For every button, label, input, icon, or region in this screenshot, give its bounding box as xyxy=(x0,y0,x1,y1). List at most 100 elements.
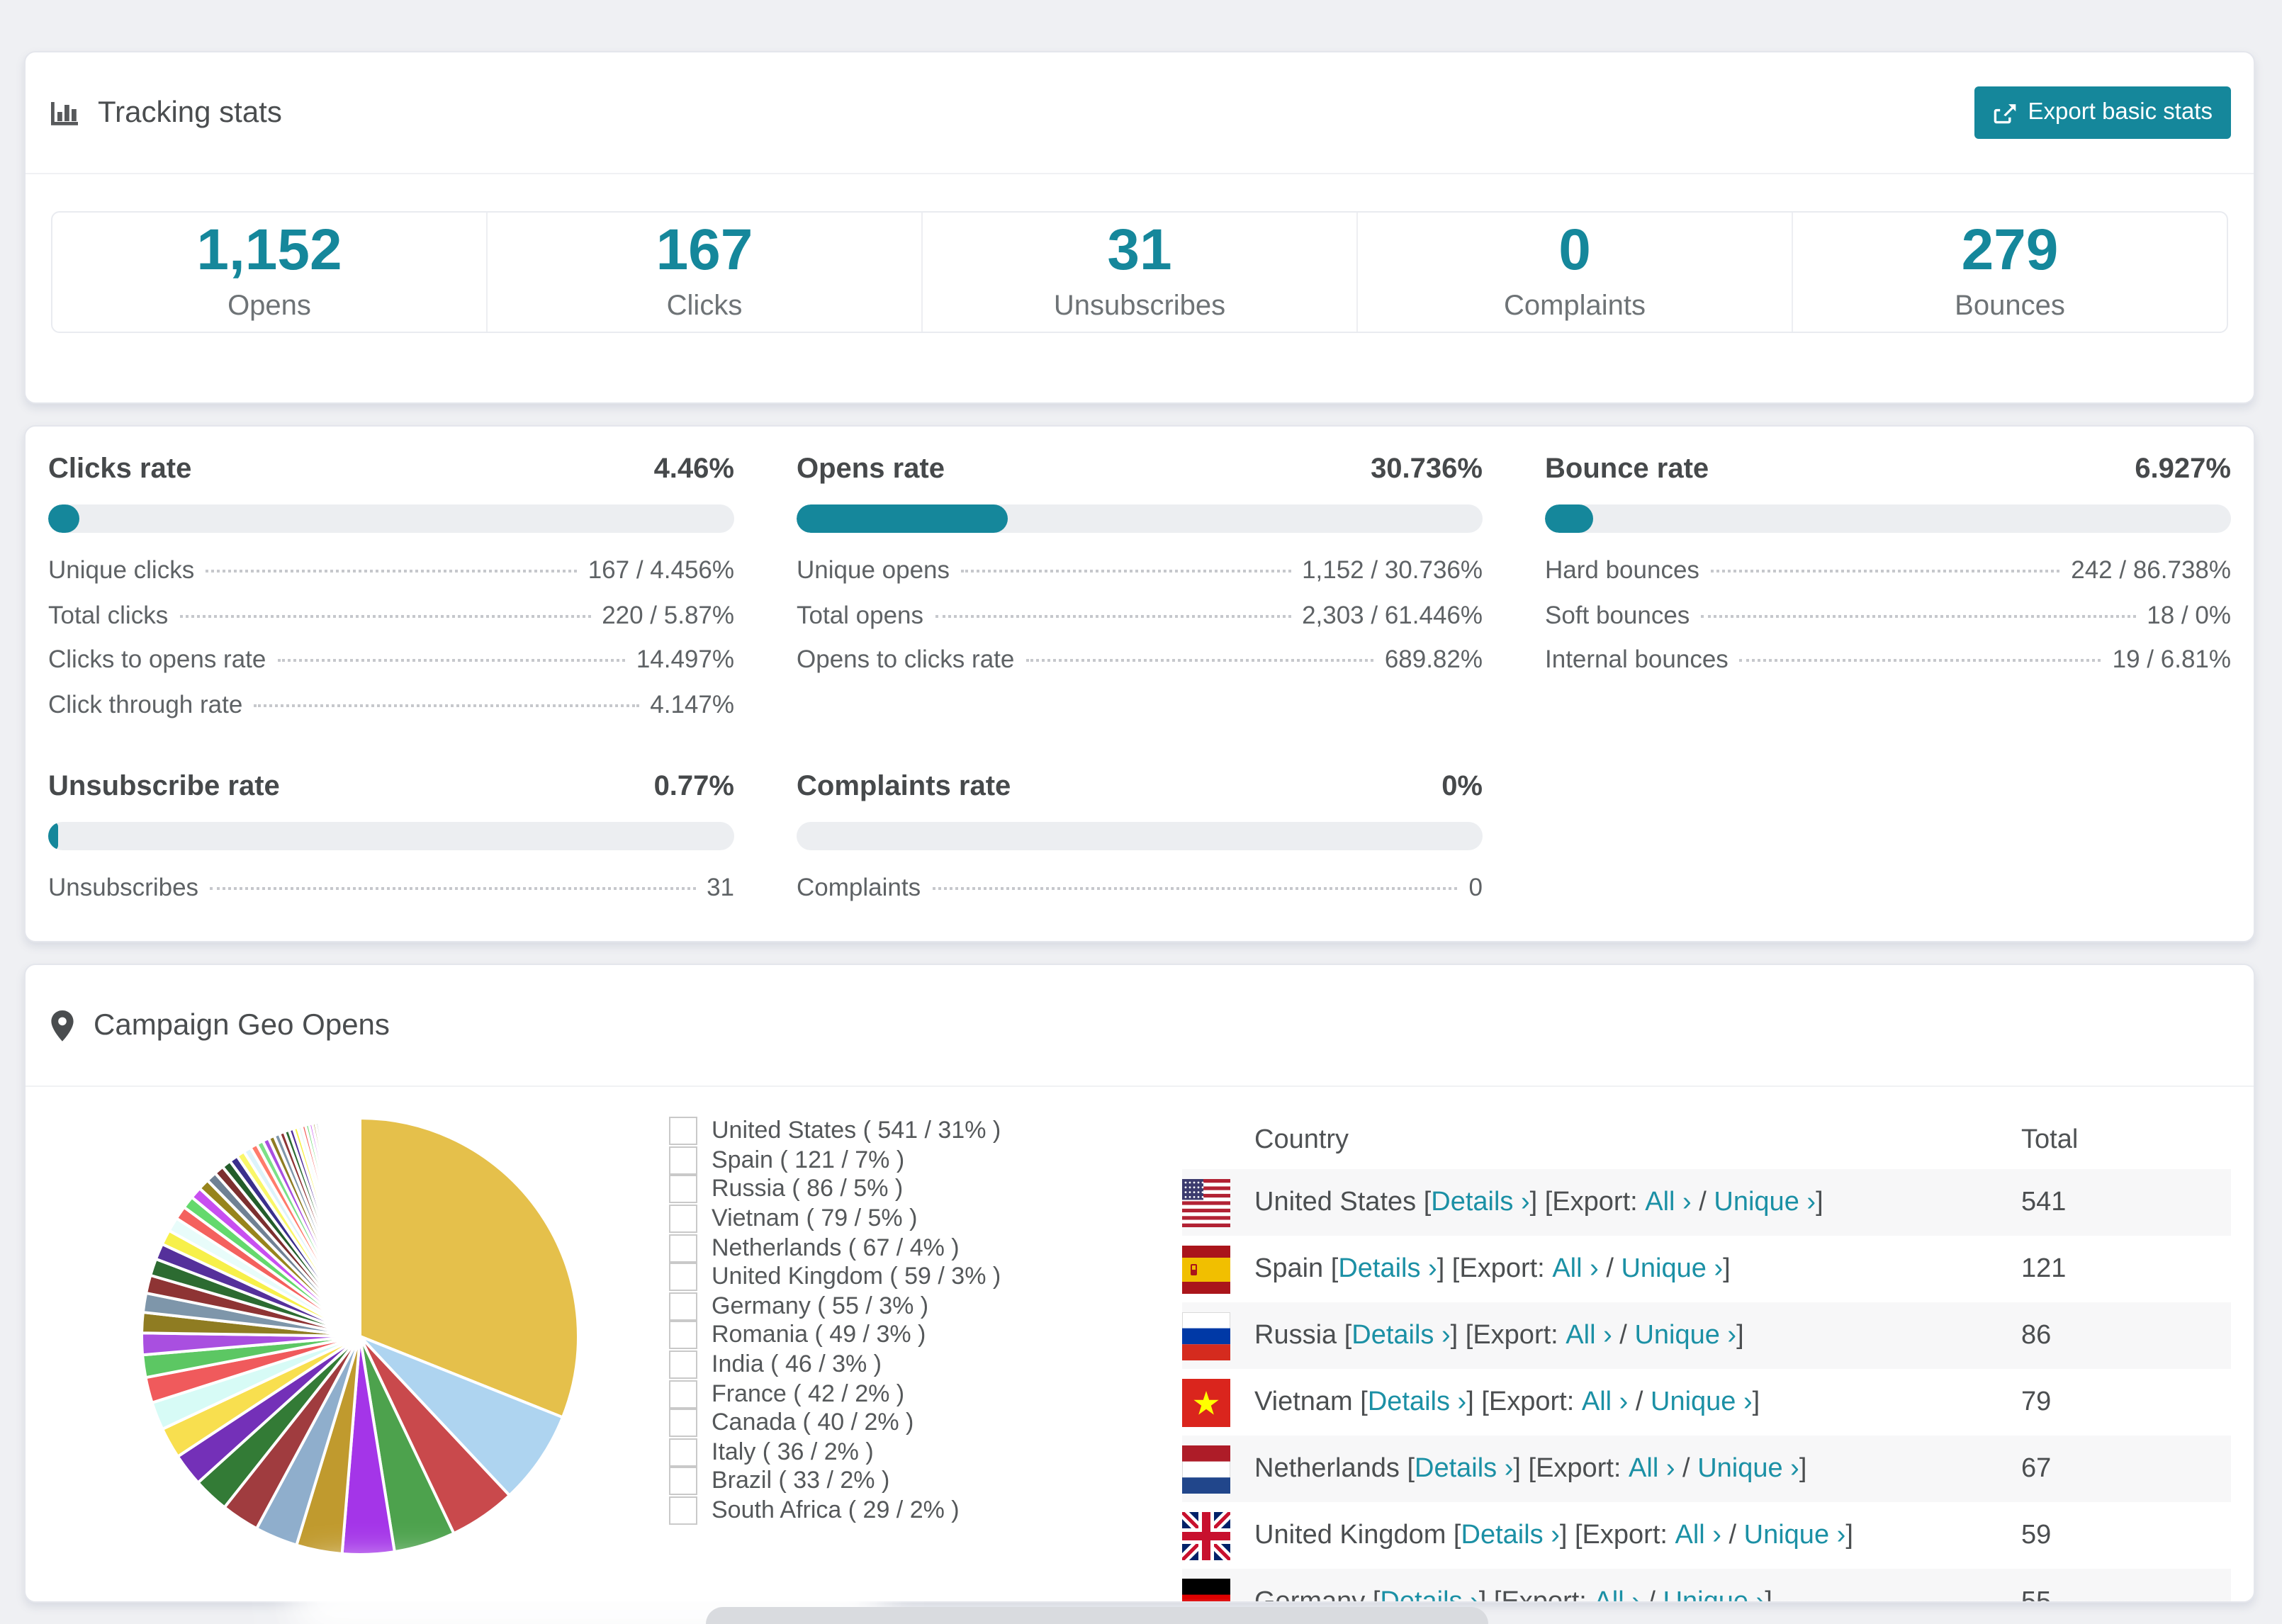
rate-row-label: Unique opens xyxy=(797,556,950,584)
rate-block-unsubscribe-rate: Unsubscribe rate 0.77% Unsubscribes 31 xyxy=(48,770,734,902)
rate-rows: Unsubscribes 31 xyxy=(48,872,734,902)
export-basic-stats-button[interactable]: Export basic stats xyxy=(1974,86,2231,139)
export-unique-link[interactable]: Unique › xyxy=(1621,1253,1723,1285)
legend-item: Netherlands ( 67 / 4% ) xyxy=(669,1234,1168,1263)
summary-cell-clicks: 167 Clicks xyxy=(486,213,921,332)
rate-rows: Hard bounces 242 / 86.738% Soft bounces 18 … xyxy=(1545,556,2231,675)
rate-row-value: 14.497% xyxy=(636,645,734,673)
rate-progress-track xyxy=(797,504,1483,533)
export-all-link[interactable]: All › xyxy=(1566,1320,1612,1351)
details-link[interactable]: Details › xyxy=(1380,1586,1478,1601)
legend-item: Italy ( 36 / 2% ) xyxy=(669,1438,1168,1467)
geo-table: Country Total United States [Details ›] … xyxy=(1182,1112,2231,1603)
pie-slice[interactable] xyxy=(358,1116,361,1338)
rate-row-label: Total opens xyxy=(797,600,924,628)
rate-row-label: Click through rate xyxy=(48,689,243,718)
legend-label: Italy ( 36 / 2% ) xyxy=(712,1438,874,1465)
export-all-link[interactable]: All › xyxy=(1645,1187,1691,1218)
export-unique-link[interactable]: Unique › xyxy=(1744,1520,1846,1551)
table-row-gb: United Kingdom [Details ›] [Export: All … xyxy=(1182,1502,2231,1569)
legend-label: India ( 46 / 3% ) xyxy=(712,1350,882,1378)
details-link[interactable]: Details › xyxy=(1461,1520,1560,1551)
summary-value: 31 xyxy=(1107,217,1172,282)
export-all-link[interactable]: All › xyxy=(1552,1253,1598,1285)
geo-legend: United States ( 541 / 31% ) Spain ( 121 /… xyxy=(669,1112,1168,1601)
rate-row-value: 242 / 86.738% xyxy=(2071,556,2231,584)
country-cell: Vietnam [Details ›] [Export: All › / Uni… xyxy=(1182,1378,2021,1426)
dotted-leader xyxy=(179,614,591,617)
export-unique-link[interactable]: Unique › xyxy=(1714,1187,1816,1218)
details-link[interactable]: Details › xyxy=(1368,1387,1466,1418)
rate-row-label: Total clicks xyxy=(48,600,169,628)
details-link[interactable]: Details › xyxy=(1338,1253,1437,1285)
rate-heading: Complaints rate 0% xyxy=(797,770,1483,803)
campaign-stats-page: Tracking stats Export basic stats 1,152 O… xyxy=(0,0,2282,1624)
page-title: Tracking stats xyxy=(98,96,282,128)
geo-body: United States ( 541 / 31% ) Spain ( 121 /… xyxy=(26,1087,2254,1603)
export-unique-link[interactable]: Unique › xyxy=(1663,1586,1765,1601)
export-unique-link[interactable]: Unique › xyxy=(1634,1320,1736,1351)
legend-item: Spain ( 121 / 7% ) xyxy=(669,1146,1168,1175)
details-link[interactable]: Details › xyxy=(1431,1187,1529,1218)
details-link[interactable]: Details › xyxy=(1351,1320,1450,1351)
total-cell: 67 xyxy=(2021,1453,2052,1483)
rate-row: Unique opens 1,152 / 30.736% xyxy=(797,556,1483,585)
legend-label: Canada ( 40 / 2% ) xyxy=(712,1409,914,1436)
legend-swatch xyxy=(669,1321,697,1350)
rate-row-label: Clicks to opens rate xyxy=(48,645,266,673)
legend-label: Spain ( 121 / 7% ) xyxy=(712,1146,905,1173)
export-all-link[interactable]: All › xyxy=(1629,1453,1675,1484)
total-cell: 86 xyxy=(2021,1320,2052,1350)
rate-row: Hard bounces 242 / 86.738% xyxy=(1545,556,2231,585)
legend-item: South Africa ( 29 / 2% ) xyxy=(669,1496,1168,1526)
country-cell: United States [Details ›] [Export: All ›… xyxy=(1182,1178,2021,1227)
geo-header: Campaign Geo Opens xyxy=(26,965,2254,1087)
legend-swatch xyxy=(669,1292,697,1321)
legend-swatch xyxy=(669,1438,697,1467)
legend-item: United States ( 541 / 31% ) xyxy=(669,1117,1168,1146)
pie-svg xyxy=(140,1116,580,1557)
export-unique-link[interactable]: Unique › xyxy=(1651,1387,1753,1418)
rate-heading: Bounce rate 6.927% xyxy=(1545,453,2231,486)
us-flag-icon xyxy=(1182,1178,1230,1227)
rate-heading: Clicks rate 4.46% xyxy=(48,453,734,486)
rate-row-label: Opens to clicks rate xyxy=(797,645,1015,673)
summary-cell-bounces: 279 Bounces xyxy=(1792,213,2227,332)
rate-title: Clicks rate xyxy=(48,453,192,485)
export-all-link[interactable]: All › xyxy=(1594,1586,1640,1601)
legend-label: Vietnam ( 79 / 5% ) xyxy=(712,1205,918,1232)
rate-title: Opens rate xyxy=(797,453,945,485)
rate-progress-track xyxy=(48,504,734,533)
export-unique-link[interactable]: Unique › xyxy=(1697,1453,1799,1484)
total-cell: 55 xyxy=(2021,1586,2052,1603)
summary-cell-unsubscribes: 31 Unsubscribes xyxy=(921,213,1356,332)
rates-card: Clicks rate 4.46% Unique clicks 167 / 4.456… xyxy=(24,425,2255,942)
legend-swatch xyxy=(669,1263,697,1292)
rate-progress-fill xyxy=(48,504,79,533)
rate-row: Click through rate 4.147% xyxy=(48,689,734,719)
export-all-link[interactable]: All › xyxy=(1582,1387,1628,1418)
legend-swatch xyxy=(669,1496,697,1526)
horizontal-scrollbar-thumb[interactable] xyxy=(706,1607,1488,1624)
summary-label: Clicks xyxy=(666,291,743,322)
nl-flag-icon xyxy=(1182,1445,1230,1493)
legend-label: Romania ( 49 / 3% ) xyxy=(712,1321,926,1348)
country-cell: United Kingdom [Details ›] [Export: All … xyxy=(1182,1511,2021,1560)
legend-label: United Kingdom ( 59 / 3% ) xyxy=(712,1263,1001,1290)
rate-row: Unsubscribes 31 xyxy=(48,872,734,902)
rate-heading: Opens rate 30.736% xyxy=(797,453,1483,486)
details-link[interactable]: Details › xyxy=(1415,1453,1513,1484)
rate-row: Opens to clicks rate 689.82% xyxy=(797,645,1483,675)
total-cell: 121 xyxy=(2021,1253,2067,1283)
dotted-leader xyxy=(1701,614,2136,617)
bar-chart-icon xyxy=(48,96,81,129)
legend-swatch xyxy=(669,1146,697,1175)
rate-block-clicks-rate: Clicks rate 4.46% Unique clicks 167 / 4.456… xyxy=(48,453,734,719)
rate-progress-fill xyxy=(1545,504,1593,533)
summary-label: Bounces xyxy=(1955,291,2065,322)
country-cell: Netherlands [Details ›] [Export: All › /… xyxy=(1182,1445,2021,1493)
rate-row-value: 167 / 4.456% xyxy=(588,556,734,584)
export-all-link[interactable]: All › xyxy=(1675,1520,1721,1551)
rate-progress-track xyxy=(48,821,734,850)
country-cell: Russia [Details ›] [Export: All › / Uniq… xyxy=(1182,1312,2021,1360)
